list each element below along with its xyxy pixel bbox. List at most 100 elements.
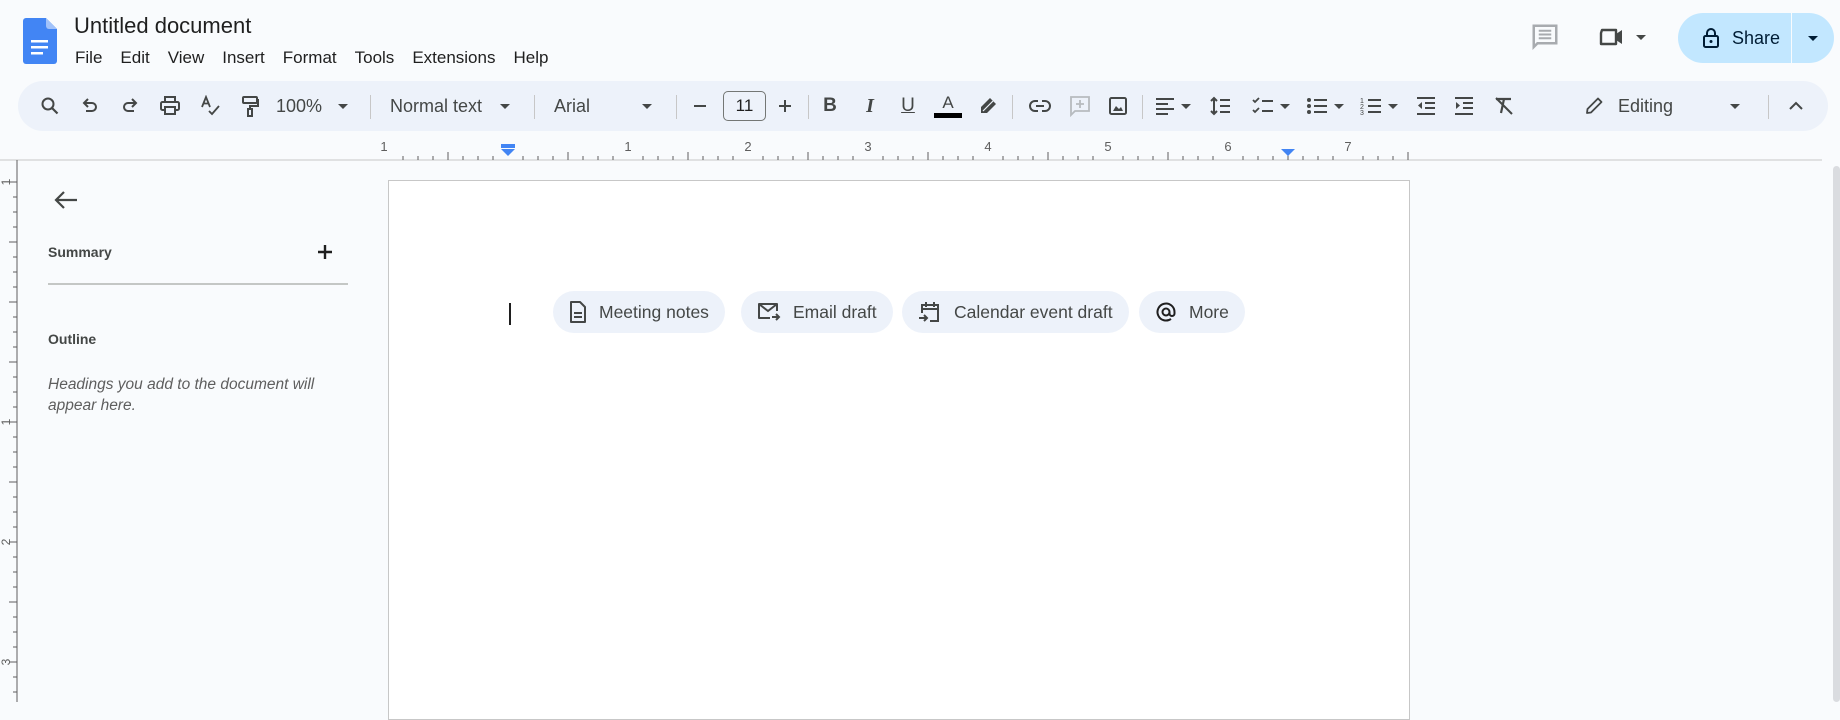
menu-edit[interactable]: Edit — [111, 46, 158, 70]
menu-help[interactable]: Help — [504, 46, 557, 70]
clear-formatting-button[interactable] — [1486, 81, 1522, 131]
vertical-scrollbar[interactable] — [1833, 166, 1840, 702]
meet-button[interactable] — [1598, 22, 1654, 52]
bulleted-list-button[interactable] — [1300, 81, 1350, 131]
add-summary-button[interactable] — [313, 240, 337, 264]
right-indent-marker[interactable] — [1281, 149, 1295, 156]
chevron-down-icon — [1181, 103, 1191, 109]
chevron-down-icon — [1388, 103, 1398, 109]
print-button[interactable] — [152, 81, 188, 131]
paragraph-style-select[interactable]: Normal text — [390, 81, 530, 131]
menu-bar: File Edit View Insert Format Tools Exten… — [66, 46, 557, 70]
outline-empty-hint: Headings you add to the document will ap… — [48, 376, 315, 414]
divider — [1012, 95, 1013, 119]
comments-button[interactable] — [1530, 22, 1562, 52]
decrease-indent-button[interactable] — [1408, 81, 1444, 131]
search-menus-button[interactable] — [32, 81, 68, 131]
menu-format[interactable]: Format — [274, 46, 346, 70]
chevron-down-icon — [500, 103, 511, 109]
share-button[interactable]: Share — [1678, 13, 1792, 63]
document-page[interactable]: Meeting notes Email draft Calendar event… — [388, 180, 1410, 720]
pencil-icon — [1586, 97, 1603, 114]
align-button[interactable] — [1148, 81, 1198, 131]
increase-indent-icon — [1455, 97, 1473, 115]
checklist-icon — [1252, 97, 1273, 114]
line-spacing-button[interactable] — [1202, 81, 1238, 131]
share-button-group: Share — [1678, 13, 1834, 63]
increase-indent-button[interactable] — [1446, 81, 1482, 131]
increase-font-size-button[interactable] — [768, 81, 802, 131]
zoom-value: 100% — [276, 95, 323, 116]
left-indent-marker[interactable] — [501, 144, 515, 156]
underline-icon: U — [901, 95, 915, 116]
vertical-ruler[interactable]: 1 1 2 3 — [0, 160, 18, 702]
ruler-label: 1 — [380, 139, 387, 154]
editing-mode-select[interactable]: Editing — [1584, 81, 1774, 131]
docs-logo-icon[interactable] — [23, 18, 57, 64]
paragraph-style-value: Normal text — [390, 95, 483, 116]
highlight-icon — [981, 98, 996, 113]
spellcheck-button[interactable] — [192, 81, 228, 131]
arrow-back-icon — [54, 191, 77, 209]
chevron-down-icon — [1808, 35, 1818, 41]
insert-image-button[interactable] — [1100, 81, 1136, 131]
numbered-list-button[interactable]: 123 — [1354, 81, 1404, 131]
bold-icon: B — [823, 95, 837, 116]
decrease-indent-icon — [1417, 97, 1435, 115]
plus-icon — [779, 100, 791, 112]
insert-image-icon — [1109, 97, 1127, 115]
calendar-event-draft-chip[interactable]: Calendar event draft — [902, 291, 1129, 333]
divider — [676, 95, 677, 119]
chip-label: Meeting notes — [599, 301, 709, 322]
chip-label: Calendar event draft — [954, 301, 1113, 322]
document-outline-panel: Summary Outline Headings you add to the … — [18, 160, 378, 702]
insert-link-button[interactable] — [1022, 81, 1058, 131]
share-dropdown[interactable] — [1792, 35, 1834, 41]
menu-file[interactable]: File — [66, 46, 111, 70]
ruler-label: 3 — [864, 139, 871, 154]
bold-button[interactable]: B — [812, 81, 848, 131]
email-draft-chip[interactable]: Email draft — [741, 291, 893, 333]
numbered-list-icon: 123 — [1360, 98, 1381, 116]
calendar-icon — [919, 302, 939, 322]
ruler-label: 1 — [624, 139, 631, 154]
chevron-down-icon — [642, 103, 652, 109]
italic-button[interactable]: I — [852, 81, 888, 131]
divider — [1142, 95, 1143, 119]
menu-insert[interactable]: Insert — [213, 46, 274, 70]
ruler-label: 1 — [0, 418, 13, 425]
font-size-input[interactable]: 11 — [723, 91, 766, 121]
lock-icon — [1703, 28, 1719, 48]
checklist-button[interactable] — [1246, 81, 1296, 131]
menu-extensions[interactable]: Extensions — [403, 46, 504, 70]
decrease-font-size-button[interactable] — [684, 81, 716, 131]
meeting-notes-chip[interactable]: Meeting notes — [553, 291, 725, 333]
redo-button[interactable] — [112, 81, 148, 131]
horizontal-ruler[interactable]: 1 1 2 3 4 5 6 7 — [0, 135, 1840, 161]
menu-view[interactable]: View — [159, 46, 214, 70]
hide-menus-button[interactable] — [1778, 81, 1814, 131]
ruler-ticks — [9, 181, 17, 693]
paint-format-button[interactable] — [232, 81, 268, 131]
highlight-button[interactable] — [970, 81, 1006, 131]
add-comment-button[interactable] — [1062, 81, 1098, 131]
divider — [370, 95, 371, 119]
document-icon — [570, 301, 586, 323]
zoom-select[interactable]: 100% — [276, 81, 356, 131]
font-family-select[interactable]: Arial — [554, 81, 669, 131]
text-cursor — [509, 303, 511, 325]
email-icon — [758, 303, 781, 321]
ruler-ticks — [402, 152, 1409, 160]
more-chip[interactable]: More — [1139, 291, 1245, 333]
header: Untitled document File Edit View Insert … — [0, 0, 1840, 78]
underline-button[interactable]: U — [890, 81, 926, 131]
undo-button[interactable] — [72, 81, 108, 131]
summary-heading: Summary — [48, 244, 112, 260]
chip-label: More — [1189, 301, 1229, 322]
close-outline-button[interactable] — [46, 180, 86, 220]
ruler-label: 6 — [1224, 139, 1231, 154]
ruler-label: 2 — [0, 538, 13, 545]
menu-tools[interactable]: Tools — [346, 46, 404, 70]
document-title[interactable]: Untitled document — [74, 13, 251, 39]
text-color-button[interactable]: A — [930, 81, 966, 131]
